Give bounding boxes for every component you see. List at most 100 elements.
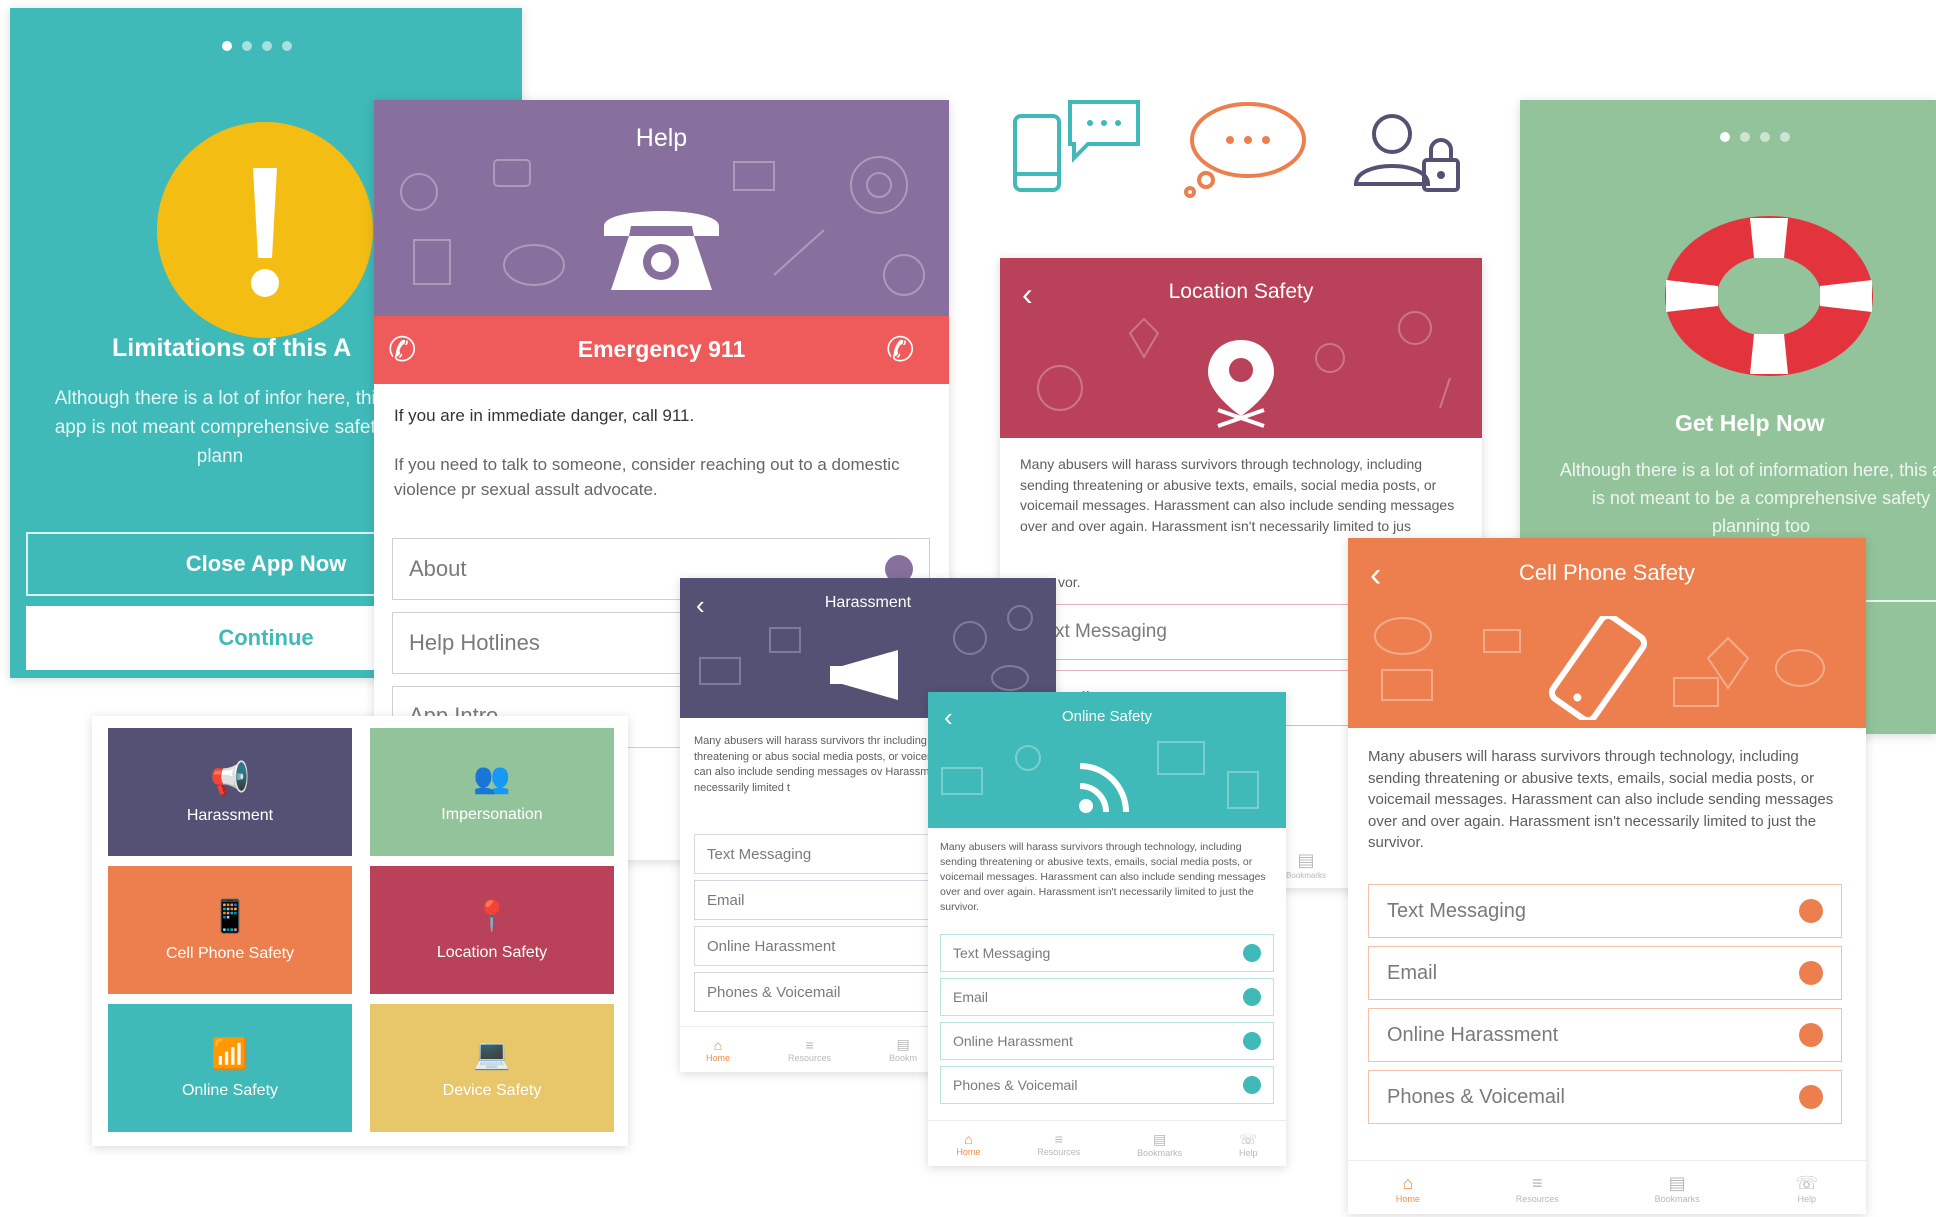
online-row-label: Online Harassment — [953, 1033, 1073, 1049]
users-icon: 👥 — [473, 761, 511, 795]
tile-label: Device Safety — [442, 1081, 542, 1099]
telephone-icon — [604, 211, 719, 290]
tile-location[interactable]: 📍 Location Safety — [370, 866, 614, 994]
help-menu-label: About — [409, 556, 467, 581]
chat-bubble-icon — [1184, 102, 1306, 198]
tile-label: Location Safety — [436, 943, 548, 961]
tab-label: Resources — [1515, 1193, 1559, 1204]
location-body-tail: vor. — [1058, 574, 1081, 590]
harassment-row-label: Email — [707, 891, 745, 909]
harassment-row-label: Text Messaging — [707, 845, 812, 863]
tab-resources[interactable]: ≡ Resources — [1037, 1131, 1080, 1157]
tile-device[interactable]: 💻 Device Safety — [370, 1004, 614, 1132]
cell-row-label: Online Harassment — [1387, 1023, 1559, 1046]
online-safety-screen: ‹ Online Safety Many abusers will harass… — [928, 692, 1286, 1166]
warning-icon — [157, 122, 373, 338]
user-lock-icon — [1353, 114, 1460, 192]
page-dots — [222, 41, 292, 51]
tab-label: Help — [1239, 1147, 1258, 1158]
bookmarks-tab[interactable]: ▤ Bookmarks — [1286, 850, 1326, 880]
tab-home[interactable]: ⌂ Home — [956, 1131, 980, 1157]
megaphone-icon: 📢 — [210, 760, 250, 796]
laptop-icon: 💻 — [473, 1037, 511, 1071]
online-row-label: Email — [953, 989, 989, 1005]
emergency-bar[interactable]: ✆ Emergency 911 ✆ — [374, 316, 949, 384]
tile-harassment[interactable]: 📢 Harassment — [108, 728, 352, 856]
tab-label: Bookm — [889, 1053, 918, 1063]
tile-label: Impersonation — [441, 805, 543, 823]
location-title: Location Safety — [1168, 280, 1314, 303]
phone-chat-icon — [1013, 100, 1140, 192]
cell-header: ‹ Cell Phone Safety — [1348, 538, 1866, 728]
help-menu-label: Help Hotlines — [409, 630, 540, 655]
categories-screen: 📢 Harassment 👥 Impersonation 📱 Cell Phon… — [92, 716, 628, 1146]
help-icon: ☏ — [1795, 1172, 1819, 1193]
online-header: ‹ Online Safety — [928, 692, 1286, 828]
lifebuoy-icon — [1665, 216, 1873, 376]
online-row-label: Phones & Voicemail — [953, 1077, 1078, 1093]
book-icon: ▤ — [1297, 850, 1315, 870]
cell-row-text[interactable]: Text Messaging — [1368, 884, 1842, 938]
cell-body: Many abusers will harass survivors throu… — [1368, 748, 1834, 851]
location-body: Many abusers will harass survivors throu… — [1020, 456, 1455, 534]
get-help-title: Get Help Now — [1675, 410, 1825, 436]
cell-row-phones[interactable]: Phones & Voicemail — [1368, 1070, 1842, 1124]
cell-title: Cell Phone Safety — [1518, 560, 1696, 585]
cell-phone-screen: ‹ Cell Phone Safety Many abusers will ha… — [1348, 538, 1866, 1214]
tab-bookmarks[interactable]: ▤ Bookmarks — [1137, 1131, 1182, 1158]
cell-row-label: Email — [1387, 961, 1438, 984]
chevron-right-icon — [1799, 961, 1823, 985]
wifi-icon — [1079, 763, 1129, 813]
phone-icon — [1548, 616, 1648, 720]
tab-help[interactable]: ☏ Help — [1796, 1173, 1819, 1204]
tab-bookmarks[interactable]: ▤ Bookm — [889, 1036, 917, 1063]
limitations-title: Limitations of this A — [112, 334, 352, 362]
tab-label: Home — [706, 1052, 731, 1063]
tab-resources[interactable]: ≡ Resources — [788, 1037, 831, 1063]
home-icon: ⌂ — [1402, 1172, 1414, 1193]
online-row-label: Text Messaging — [953, 945, 1051, 961]
online-tabbar: ⌂ Home ≡ Resources ▤ Bookmarks ☏ Help — [928, 1120, 1286, 1166]
danger-text: If you are in immediate danger, call 911… — [394, 406, 695, 425]
tab-home[interactable]: ⌂ Home — [706, 1037, 730, 1063]
home-icon: ⌂ — [964, 1131, 973, 1147]
limitations-body: Although there is a lot of infor here, t… — [54, 388, 386, 467]
chevron-right-icon — [1243, 944, 1261, 962]
emergency-label: Emergency 911 — [577, 336, 746, 362]
map-pin-icon — [1208, 340, 1274, 428]
online-row-phones[interactable]: Phones & Voicemail — [940, 1066, 1274, 1104]
list-icon: ≡ — [805, 1036, 814, 1053]
tile-impersonation[interactable]: 👥 Impersonation — [370, 728, 614, 856]
chevron-right-icon — [1799, 899, 1823, 923]
cell-tabbar: ⌂ Home ≡ Resources ▤ Bookmarks ☏ Help — [1348, 1160, 1866, 1214]
tab-help[interactable]: ☏ Help — [1239, 1131, 1258, 1158]
tab-bookmarks[interactable]: ▤ Bookmarks — [1655, 1173, 1700, 1204]
tab-label: Bookmarks — [1286, 871, 1327, 880]
help-title: Help — [635, 124, 688, 152]
tab-resources[interactable]: ≡ Resources — [1516, 1173, 1559, 1204]
list-icon: ≡ — [1054, 1131, 1063, 1147]
call-out-icon: ✆ — [886, 331, 915, 369]
advice-text: If you need to talk to someone, consider… — [394, 455, 900, 499]
get-help-body: Although there is a lot of information h… — [1559, 460, 1936, 536]
tab-label: Help — [1797, 1193, 1817, 1204]
online-row-email[interactable]: Email — [940, 978, 1274, 1016]
tile-cell-phone[interactable]: 📱 Cell Phone Safety — [108, 866, 352, 994]
online-row-text[interactable]: Text Messaging — [940, 934, 1274, 972]
online-body: Many abusers will harass survivors throu… — [940, 841, 1266, 913]
tab-home[interactable]: ⌂ Home — [1396, 1173, 1420, 1204]
help-icon: ☏ — [1239, 1130, 1258, 1147]
book-icon: ▤ — [1668, 1172, 1686, 1193]
tab-label: Bookmarks — [1654, 1193, 1700, 1204]
tile-label: Harassment — [186, 807, 274, 824]
page-dots — [1720, 132, 1790, 142]
tile-online[interactable]: 📶 Online Safety — [108, 1004, 352, 1132]
cell-row-email[interactable]: Email — [1368, 946, 1842, 1000]
online-row-online[interactable]: Online Harassment — [940, 1022, 1274, 1060]
online-title: Online Safety — [1061, 708, 1153, 725]
cell-row-online[interactable]: Online Harassment — [1368, 1008, 1842, 1062]
list-icon: ≡ — [1532, 1172, 1543, 1193]
tile-label: Cell Phone Safety — [165, 945, 295, 962]
tab-label: Resources — [788, 1052, 832, 1063]
get-help-button-edge[interactable] — [1860, 600, 1936, 652]
